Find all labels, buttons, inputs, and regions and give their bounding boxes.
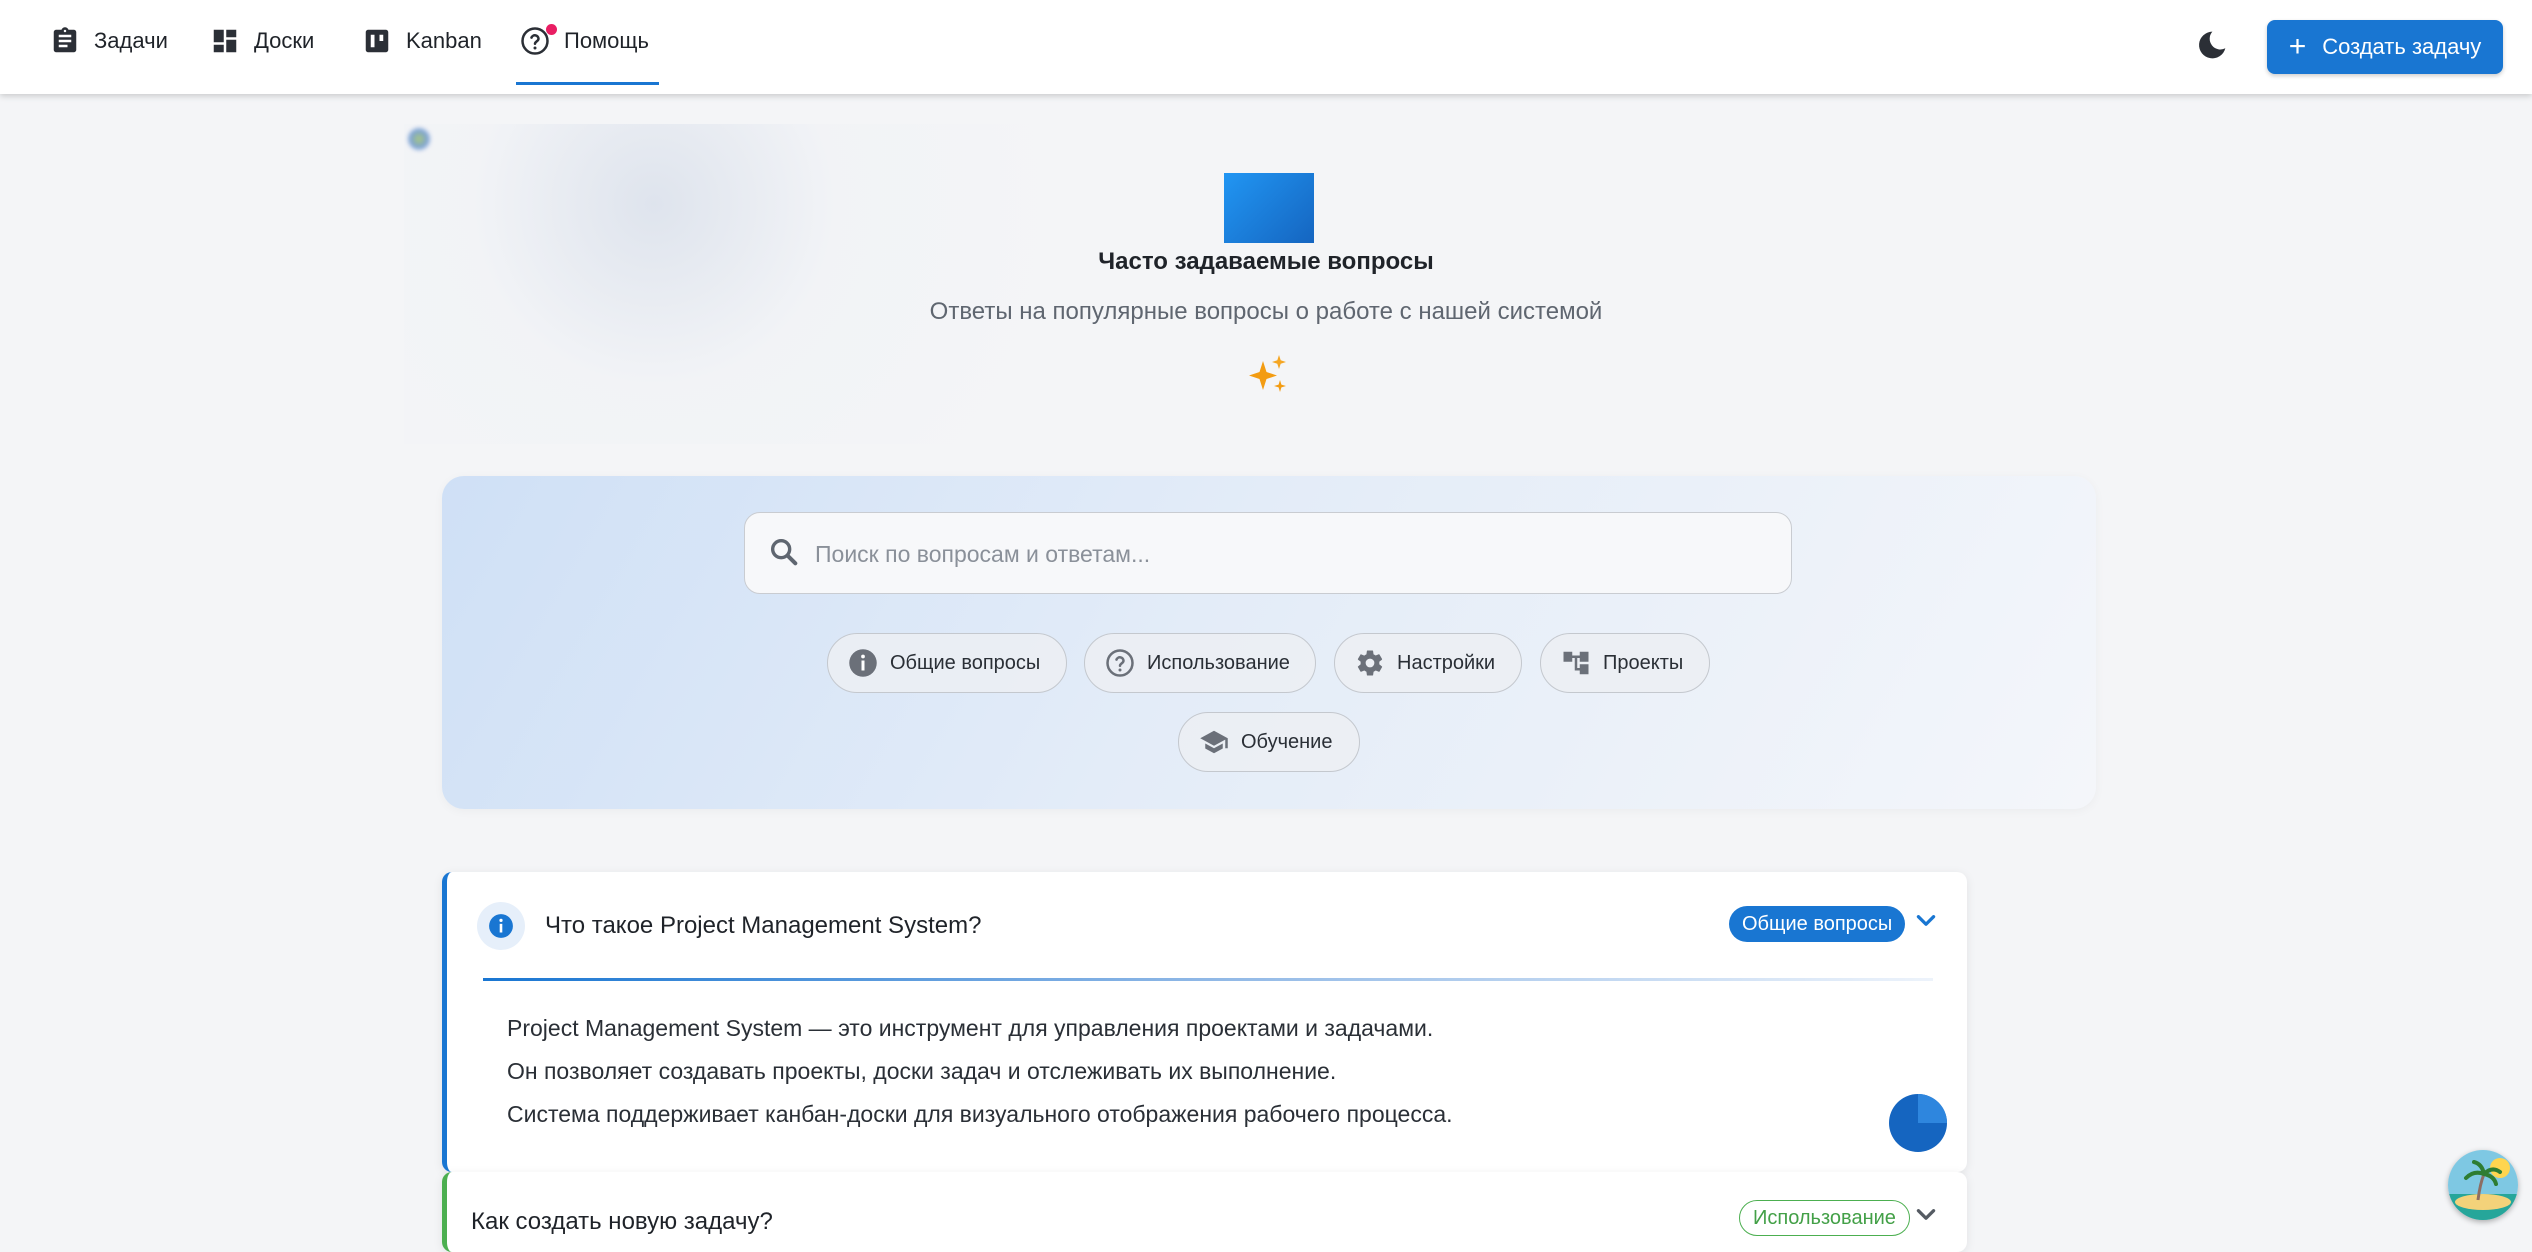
category-chip-projects[interactable]: Проекты — [1540, 633, 1710, 693]
faq-item: Как создать новую задачу? Использование — [442, 1172, 1967, 1252]
page-title: Часто задаваемые вопросы — [1098, 248, 1434, 275]
avatar[interactable] — [2448, 1150, 2518, 1220]
faq-divider — [483, 978, 1933, 981]
category-chip-usage[interactable]: Использование — [1084, 633, 1316, 693]
dark-mode-toggle-icon[interactable] — [2196, 29, 2228, 61]
notification-dot — [546, 24, 557, 35]
search-icon — [770, 538, 798, 566]
faq-question[interactable]: Как создать новую задачу? — [471, 1208, 773, 1236]
create-task-label: Создать задачу — [2322, 34, 2482, 59]
clipboard-icon — [53, 27, 77, 53]
nav-tab-boards-label: Доски — [254, 28, 315, 53]
tree-icon — [1563, 651, 1589, 675]
faq-question[interactable]: Что такое Project Management System? — [545, 912, 981, 940]
decorative-blob — [408, 128, 430, 150]
nav-tab-boards[interactable]: Доски — [210, 0, 314, 82]
dashboard-icon — [213, 29, 237, 53]
nav-tab-kanban-label: Kanban — [406, 28, 482, 53]
faq-item: Что такое Project Management System? Общ… — [442, 872, 1967, 1172]
category-chip-label: Общие вопросы — [890, 651, 1041, 674]
page-subtitle: Ответы на популярные вопросы о работе с … — [929, 298, 1603, 325]
nav-tab-help-label: Помощь — [564, 28, 649, 53]
category-chip-general[interactable]: Общие вопросы — [827, 633, 1067, 693]
faq-category-badge: Использование — [1739, 1200, 1910, 1236]
info-icon — [849, 649, 877, 677]
category-chip-label: Проекты — [1603, 651, 1684, 674]
help-circle-icon — [1106, 649, 1134, 677]
chevron-up-icon[interactable] — [1913, 908, 1939, 934]
pie-chart-icon — [1889, 1094, 1947, 1152]
beach-avatar-icon — [2448, 1150, 2518, 1220]
top-navigation-bar: Задачи Доски Kanban Помощь + Создать зад… — [0, 0, 2532, 94]
faq-category-badge-icon — [477, 902, 525, 950]
nav-tab-tasks-label: Задачи — [94, 28, 168, 53]
gear-icon — [1357, 650, 1383, 676]
category-chip-settings[interactable]: Настройки — [1334, 633, 1522, 693]
chevron-down-icon[interactable] — [1913, 1202, 1939, 1228]
create-task-button[interactable]: + Создать задачу — [2267, 20, 2503, 74]
search-input[interactable] — [813, 533, 1757, 575]
search-box[interactable] — [744, 512, 1792, 594]
category-chip-learning[interactable]: Обучение — [1178, 712, 1360, 772]
faq-answer-line: Он позволяет создавать проекты, доски за… — [507, 1058, 1337, 1084]
faq-answer-line: Система поддерживает канбан-доски для ви… — [507, 1101, 1453, 1127]
info-icon — [489, 914, 513, 938]
faq-category-badge: Общие вопросы — [1729, 906, 1906, 942]
faq-answer-line: Project Management System — это инструме… — [507, 1015, 1434, 1041]
nav-tab-tasks[interactable]: Задачи — [50, 0, 168, 82]
category-chip-label: Обучение — [1241, 730, 1333, 753]
faq-logo — [1224, 173, 1314, 243]
category-chip-label: Использование — [1147, 651, 1290, 674]
plus-icon: + — [2288, 30, 2307, 63]
category-chip-label: Настройки — [1397, 651, 1496, 674]
kanban-icon — [365, 29, 389, 53]
nav-tab-help[interactable]: Помощь — [516, 0, 659, 85]
graduation-cap-icon — [1200, 730, 1228, 754]
nav-tab-kanban[interactable]: Kanban — [362, 0, 482, 82]
sparkle-icon — [1249, 355, 1286, 392]
